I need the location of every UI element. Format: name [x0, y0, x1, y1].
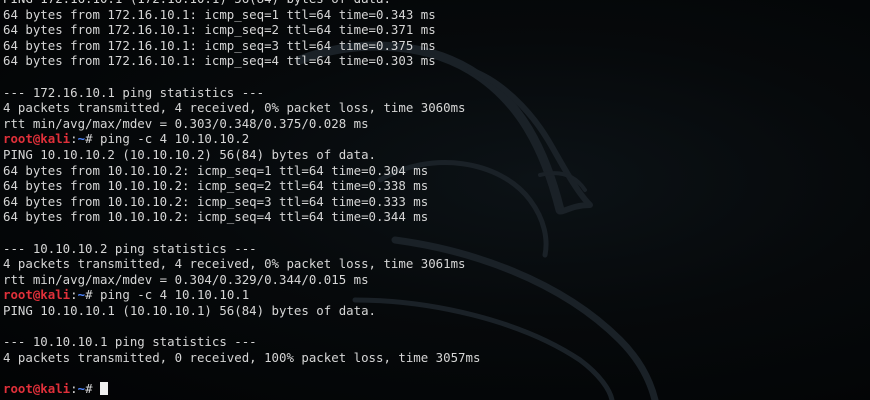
output-line: PING 172.16.10.1 (172.16.10.1) 56(84) by… — [3, 0, 870, 7]
output-line: 4 packets transmitted, 0 received, 100% … — [3, 349, 481, 365]
prompt-user: root@kali — [3, 131, 71, 147]
terminal-window[interactable]: PING 172.16.10.1 (172.16.10.1) 56(84) by… — [0, 0, 870, 400]
prompt-separator: : — [70, 131, 78, 147]
output-line: 64 bytes from 172.16.10.1: icmp_seq=2 tt… — [3, 22, 436, 38]
output-line: 64 bytes from 172.16.10.1: icmp_seq=1 tt… — [3, 6, 436, 22]
prompt-separator: : — [70, 287, 78, 303]
output-line: rtt min/avg/max/mdev = 0.304/0.329/0.344… — [3, 271, 369, 287]
output-line: 64 bytes from 10.10.10.2: icmp_seq=3 ttl… — [3, 193, 429, 209]
output-line: 64 bytes from 10.10.10.2: icmp_seq=4 ttl… — [3, 209, 429, 225]
prompt-symbol: # — [85, 131, 100, 147]
output-line: rtt min/avg/max/mdev = 0.303/0.348/0.375… — [3, 115, 369, 131]
output-line: --- 10.10.10.1 ping statistics --- — [3, 334, 257, 350]
prompt-user: root@kali — [3, 287, 71, 303]
prompt-separator: : — [70, 380, 78, 396]
prompt-path: ~ — [77, 380, 86, 396]
output-line: 4 packets transmitted, 4 received, 0% pa… — [3, 256, 466, 272]
output-line: PING 10.10.10.1 (10.10.10.1) 56(84) byte… — [3, 302, 376, 318]
text-cursor[interactable] — [100, 381, 108, 395]
command-text: ping -c 4 10.10.10.1 — [100, 287, 250, 303]
prompt-user: root@kali — [3, 380, 71, 396]
output-line: 64 bytes from 172.16.10.1: icmp_seq=3 tt… — [3, 37, 436, 53]
prompt-line: root@kali:~# — [3, 381, 870, 397]
output-line: 64 bytes from 172.16.10.1: icmp_seq=4 tt… — [3, 53, 436, 69]
terminal-output: PING 172.16.10.1 (172.16.10.1) 56(84) by… — [3, 0, 870, 396]
prompt-path: ~ — [77, 131, 86, 147]
output-line: 64 bytes from 10.10.10.2: icmp_seq=2 ttl… — [3, 178, 429, 194]
prompt-symbol: # — [85, 380, 100, 396]
output-line: PING 10.10.10.2 (10.10.10.2) 56(84) byte… — [3, 146, 376, 162]
command-text: ping -c 4 10.10.10.2 — [100, 131, 250, 147]
prompt-line: root@kali:~# ping -c 4 10.10.10.2 — [3, 131, 870, 147]
output-line: 64 bytes from 10.10.10.2: icmp_seq=1 ttl… — [3, 162, 429, 178]
output-line: --- 172.16.10.1 ping statistics --- — [3, 84, 265, 100]
prompt-line: root@kali:~# ping -c 4 10.10.10.1 — [3, 287, 870, 303]
output-line: 4 packets transmitted, 4 received, 0% pa… — [3, 100, 466, 116]
output-line: --- 10.10.10.2 ping statistics --- — [3, 240, 257, 256]
prompt-symbol: # — [85, 287, 100, 303]
prompt-path: ~ — [77, 287, 86, 303]
